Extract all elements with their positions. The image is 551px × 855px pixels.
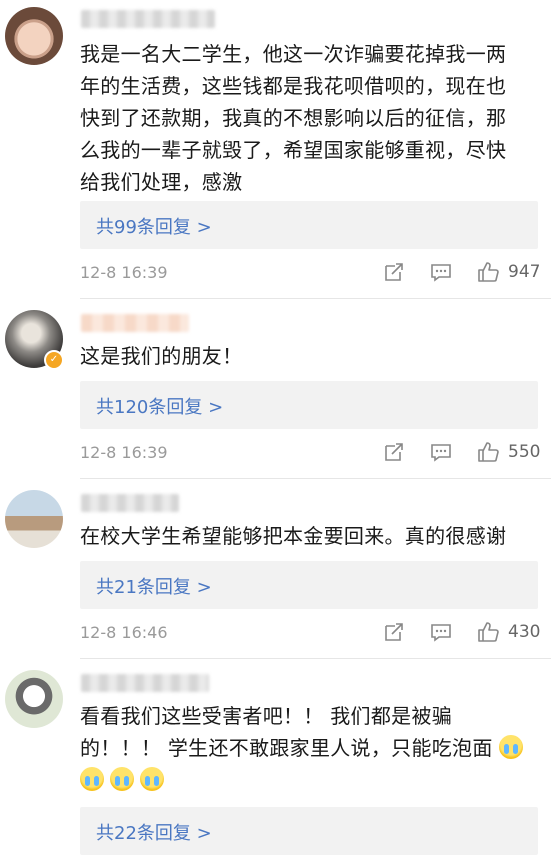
divider (80, 298, 551, 299)
comment-text: 这是我们的朋友！ (80, 344, 243, 368)
crying-emoji (110, 767, 134, 791)
timestamp: 12-8 16:39 (80, 443, 168, 462)
timestamp: 12-8 16:39 (80, 263, 168, 282)
username-blurred[interactable] (81, 674, 209, 692)
comment-meta: 12-8 16:39 947 (80, 261, 540, 285)
username-blurred[interactable] (81, 494, 179, 512)
comment-text: 看看我们这些受害者吧！！ 我们都是被骗 的！！！ 学生还不敢跟家里人说，只能吃泡… (80, 700, 530, 796)
replies-label: 共21条回复 > (96, 577, 212, 598)
comment-icon[interactable] (430, 441, 452, 463)
replies-button[interactable]: 共22条回复 > (80, 807, 538, 855)
like-count: 430 (508, 622, 541, 642)
crying-emoji (80, 767, 104, 791)
comment-text: 我是一名大二学生，他这一次诈骗要花掉我一两 年的生活费，这些钱都是我花呗借呗的，… (80, 42, 507, 194)
like-count: 550 (508, 442, 541, 462)
forward-icon[interactable] (383, 621, 405, 643)
like-count: 947 (508, 262, 541, 282)
replies-label: 共22条回复 > (96, 823, 212, 844)
username-blurred[interactable] (81, 10, 215, 28)
replies-button[interactable]: 共120条回复 > (80, 381, 538, 429)
username-blurred[interactable] (81, 314, 189, 332)
avatar[interactable] (5, 7, 63, 65)
divider (80, 478, 551, 479)
forward-icon[interactable] (383, 261, 405, 283)
comment-icon[interactable] (430, 261, 452, 283)
crying-emoji (499, 735, 524, 759)
comment-meta: 12-8 16:46 430 (80, 621, 540, 645)
comment-icon[interactable] (430, 621, 452, 643)
verified-badge-icon: ✓ (44, 350, 64, 370)
thumb-up-icon[interactable] (477, 621, 499, 643)
replies-label: 共120条回复 > (96, 397, 224, 418)
comment-text: 在校大学生希望能够把本金要回来。真的很感谢 (80, 524, 507, 548)
thumb-up-icon[interactable] (477, 441, 499, 463)
forward-icon[interactable] (383, 441, 405, 463)
timestamp: 12-8 16:46 (80, 623, 168, 642)
replies-button[interactable]: 共99条回复 > (80, 201, 538, 249)
avatar[interactable] (5, 670, 63, 728)
comment-meta: 12-8 16:39 550 (80, 441, 540, 465)
divider (80, 658, 551, 659)
crying-emoji (140, 767, 164, 791)
replies-button[interactable]: 共21条回复 > (80, 561, 538, 609)
thumb-up-icon[interactable] (477, 261, 499, 283)
avatar[interactable] (5, 490, 63, 548)
replies-label: 共99条回复 > (96, 217, 212, 238)
